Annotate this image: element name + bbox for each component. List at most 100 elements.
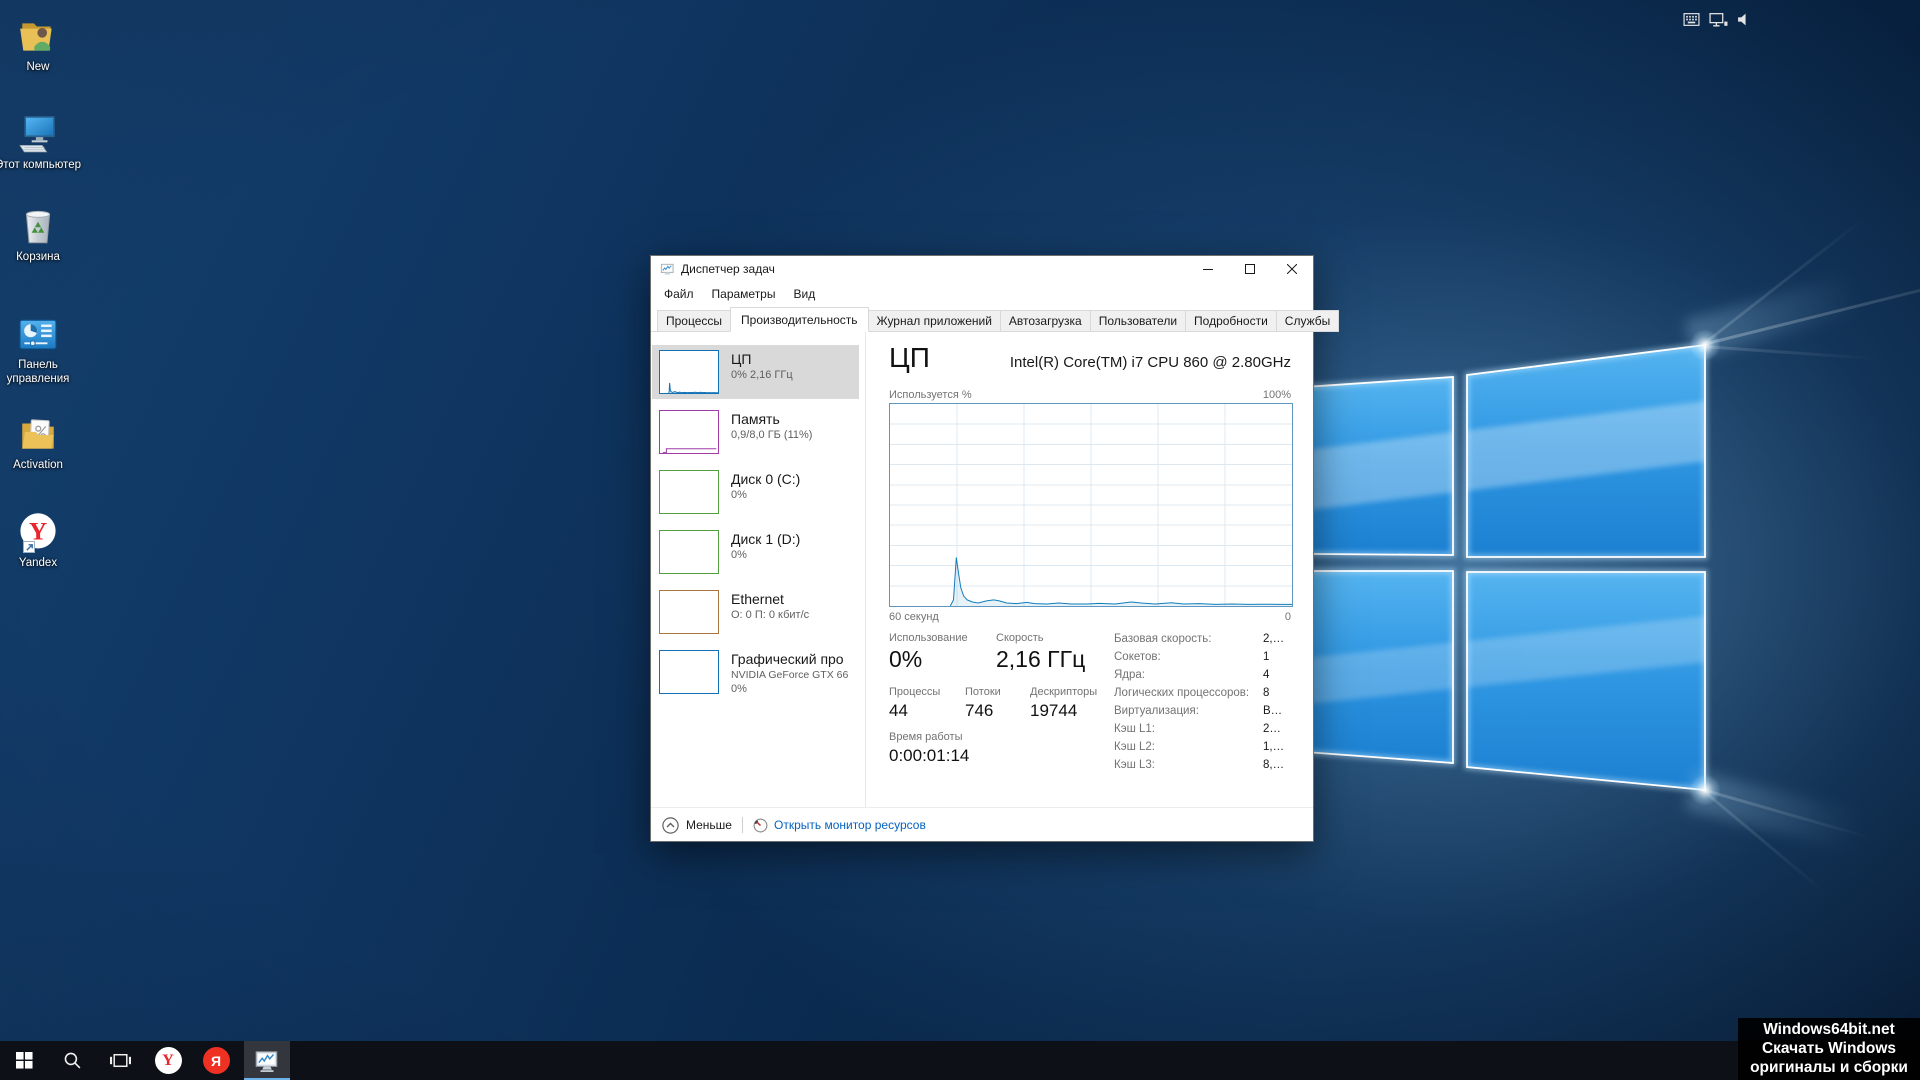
detail-label: Базовая скорость: xyxy=(1114,633,1212,645)
tab-details[interactable]: Подробности xyxy=(1185,310,1277,332)
tab-app-history[interactable]: Журнал приложений xyxy=(867,310,1001,332)
chart-xmin-label: 60 секунд xyxy=(889,611,939,623)
handles-value: 19744 xyxy=(1030,701,1078,720)
threads-label: Потоки xyxy=(965,686,1001,698)
chart-xmax-label: 0 xyxy=(1284,611,1291,623)
sidebar-item-cpu[interactable]: ЦП 0% 2,16 ГГц xyxy=(652,345,859,399)
usage-label: Использование xyxy=(889,632,968,644)
touch-keyboard-icon[interactable] xyxy=(1683,11,1700,28)
volume-icon[interactable] xyxy=(1737,12,1752,27)
detail-value: В… xyxy=(1263,705,1283,717)
chart-ylabel: Используется % xyxy=(889,389,972,401)
disk0-thumbnail-chart xyxy=(659,470,719,514)
task-manager-window: Диспетчер задач Файл Параметры Вид Проце… xyxy=(650,255,1340,842)
sidebar-item-subtitle: 0% xyxy=(731,489,747,501)
yandex-browser-icon: Y xyxy=(154,1047,182,1074)
desktop-icon-recycle-bin[interactable]: Корзина xyxy=(0,200,81,264)
tab-users[interactable]: Пользователи xyxy=(1089,310,1187,332)
desktop-icon-label: Корзина xyxy=(16,251,60,263)
start-button[interactable] xyxy=(0,1041,48,1080)
menu-file[interactable]: Файл xyxy=(655,287,703,301)
folder-activation-icon xyxy=(17,408,59,456)
usage-value: 0% xyxy=(889,646,923,672)
desktop-icon-activation[interactable]: Activation xyxy=(0,408,81,472)
memory-thumbnail-chart xyxy=(659,410,719,454)
detail-value: 1 xyxy=(1263,651,1270,663)
gpu-thumbnail-chart xyxy=(659,650,719,694)
tab-startup[interactable]: Автозагрузка xyxy=(999,310,1091,332)
tab-performance[interactable]: Производительность xyxy=(730,307,869,332)
resource-monitor-gauge-icon xyxy=(753,818,768,832)
menu-bar: Файл Параметры Вид xyxy=(651,282,1313,306)
desktop-icon-new[interactable]: New xyxy=(0,10,81,74)
taskbar: Y Я xyxy=(0,1041,1920,1080)
title-bar[interactable]: Диспетчер задач xyxy=(651,256,1313,282)
detail-value: 8 xyxy=(1263,687,1270,699)
detail-value: 2… xyxy=(1263,723,1281,735)
task-manager-app-icon xyxy=(660,262,675,277)
watermark-line: Скачать Windows xyxy=(1761,1040,1897,1057)
open-resource-monitor-label: Открыть монитор ресурсов xyxy=(773,818,926,832)
desktop-icon-label: New xyxy=(26,61,50,73)
detail-value: 8,… xyxy=(1263,759,1285,771)
taskbar-yandex-browser[interactable]: Y xyxy=(144,1041,192,1080)
sidebar-item-title: Диск 0 (C:) xyxy=(731,471,801,487)
windows-logo-icon xyxy=(15,1052,33,1069)
sidebar-item-disk1[interactable]: Диск 1 (D:) 0% xyxy=(652,525,859,579)
shortcut-arrow-icon xyxy=(23,541,35,553)
network-icon[interactable] xyxy=(1709,12,1728,28)
sidebar-item-title: Память xyxy=(731,411,780,427)
sidebar-item-subtitle: О: 0 П: 0 кбит/с xyxy=(731,609,810,621)
taskbar-yandex-app[interactable]: Я xyxy=(192,1041,240,1080)
sidebar-item-title: ЦП xyxy=(731,351,752,367)
tab-services[interactable]: Службы xyxy=(1275,310,1340,332)
ethernet-thumbnail-chart xyxy=(659,590,719,634)
sidebar-item-subtitle: NVIDIA GeForce GTX 66 xyxy=(731,669,849,681)
footer-bar: Меньше Открыть монитор ресурсов xyxy=(651,807,1313,842)
tab-strip: Процессы Производительность Журнал прило… xyxy=(651,306,1340,332)
desktop-icon-label: Yandex xyxy=(18,557,58,569)
sidebar-item-memory[interactable]: Память 0,9/8,0 ГБ (11%) xyxy=(652,405,859,459)
sidebar-item-subtitle2: 0% xyxy=(731,683,747,695)
chevron-up-circle-icon xyxy=(662,816,679,834)
fewer-details-button[interactable]: Меньше xyxy=(662,816,732,834)
sidebar-item-subtitle: 0% xyxy=(731,549,747,561)
computer-icon xyxy=(17,108,59,156)
open-resource-monitor-link[interactable]: Открыть монитор ресурсов xyxy=(753,818,926,833)
desktop: New Этот компьютер Корзина Панель управл… xyxy=(0,0,1920,1080)
sidebar-item-disk0[interactable]: Диск 0 (C:) 0% xyxy=(652,465,859,519)
yandex-ya-icon: Я xyxy=(202,1047,230,1074)
cpu-usage-chart xyxy=(889,403,1293,607)
search-button[interactable] xyxy=(48,1041,96,1080)
detail-label: Сокетов: xyxy=(1114,651,1161,663)
yandex-browser-icon: Y xyxy=(16,506,60,554)
detail-label: Кэш L2: xyxy=(1114,741,1155,753)
search-icon xyxy=(64,1052,80,1069)
sidebar-item-ethernet[interactable]: Ethernet О: 0 П: 0 кбит/с xyxy=(652,585,859,639)
detail-label: Виртуализация: xyxy=(1114,705,1199,717)
tab-processes[interactable]: Процессы xyxy=(657,310,732,332)
desktop-icon-control-panel[interactable]: Панель управления xyxy=(0,308,81,386)
task-view-button[interactable] xyxy=(96,1041,144,1080)
cpu-thumbnail-chart xyxy=(659,350,719,394)
cpu-stats: Использование 0% Скорость 2,16 ГГц Проце… xyxy=(889,630,1291,800)
detail-label: Логических процессоров: xyxy=(1114,687,1250,699)
uptime-value: 0:00:01:14 xyxy=(889,746,970,765)
threads-value: 746 xyxy=(965,701,994,720)
taskbar-task-manager[interactable] xyxy=(244,1041,290,1080)
glint xyxy=(1689,329,1721,361)
desktop-icon-this-pc[interactable]: Этот компьютер xyxy=(0,108,81,172)
detail-value: 2,… xyxy=(1263,633,1285,645)
maximize-button[interactable] xyxy=(1229,256,1271,282)
sidebar-item-title: Диск 1 (D:) xyxy=(731,531,801,547)
menu-view[interactable]: Вид xyxy=(784,287,824,301)
task-manager-icon xyxy=(255,1050,278,1072)
desktop-icon-yandex[interactable]: Y Yandex xyxy=(0,506,81,570)
menu-options[interactable]: Параметры xyxy=(703,287,785,301)
desktop-icon-label: Activation xyxy=(13,459,63,471)
cpu-performance-pane: ЦП Intel(R) Core(TM) i7 CPU 860 @ 2.80GH… xyxy=(866,332,1313,807)
sidebar-item-gpu[interactable]: Графический про NVIDIA GeForce GTX 66 0% xyxy=(652,645,859,713)
minimize-button[interactable] xyxy=(1187,256,1229,282)
detail-label: Кэш L3: xyxy=(1114,759,1155,771)
close-button[interactable] xyxy=(1271,256,1313,282)
